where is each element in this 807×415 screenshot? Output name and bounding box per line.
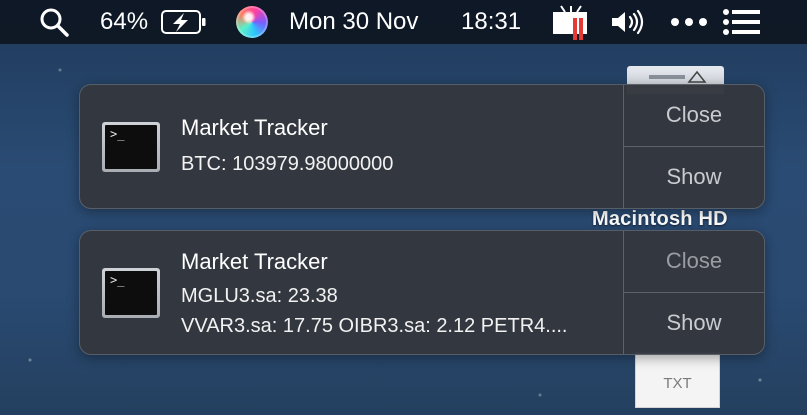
notification-center-icon[interactable] bbox=[722, 0, 762, 44]
display-mirroring-icon[interactable] bbox=[551, 0, 591, 44]
close-button[interactable]: Close bbox=[624, 85, 764, 147]
terminal-icon: >_ bbox=[102, 268, 160, 318]
notification-message: VVAR3.sa: 17.75 OIBR3.sa: 2.12 PETR4.... bbox=[181, 315, 568, 337]
text-file-icon[interactable]: TXT bbox=[635, 352, 720, 408]
hard-disk-label[interactable]: Macintosh HD bbox=[592, 208, 728, 231]
close-button[interactable]: Close bbox=[624, 231, 764, 293]
notification-message: BTC: 103979.98000000 bbox=[181, 153, 394, 175]
menubar-time[interactable]: 18:31 bbox=[461, 0, 521, 44]
notification-message: MGLU3.sa: 23.38 bbox=[181, 285, 338, 307]
text-file-type-label: TXT bbox=[663, 375, 692, 392]
notification-banner[interactable]: >_ Market Tracker BTC: 103979.98000000 C… bbox=[79, 84, 765, 209]
notification-title: Market Tracker bbox=[181, 115, 328, 140]
menu-bar: 64% Mon 30 Nov 18:31 bbox=[0, 0, 807, 44]
notification-banner[interactable]: >_ Market Tracker MGLU3.sa: 23.38 VVAR3.… bbox=[79, 230, 765, 355]
menubar-date[interactable]: Mon 30 Nov bbox=[289, 0, 418, 44]
show-button[interactable]: Show bbox=[624, 293, 764, 355]
more-dots-icon[interactable] bbox=[670, 0, 708, 44]
volume-icon[interactable] bbox=[609, 0, 645, 44]
battery-charging-icon[interactable] bbox=[160, 0, 208, 44]
search-icon[interactable] bbox=[38, 0, 70, 44]
notification-actions: Close Show bbox=[623, 231, 764, 354]
notification-title: Market Tracker bbox=[181, 249, 328, 274]
terminal-icon: >_ bbox=[102, 122, 160, 172]
battery-percentage[interactable]: 64% bbox=[100, 0, 148, 44]
siri-icon[interactable] bbox=[236, 0, 268, 44]
notification-actions: Close Show bbox=[623, 85, 764, 208]
show-button[interactable]: Show bbox=[624, 147, 764, 209]
